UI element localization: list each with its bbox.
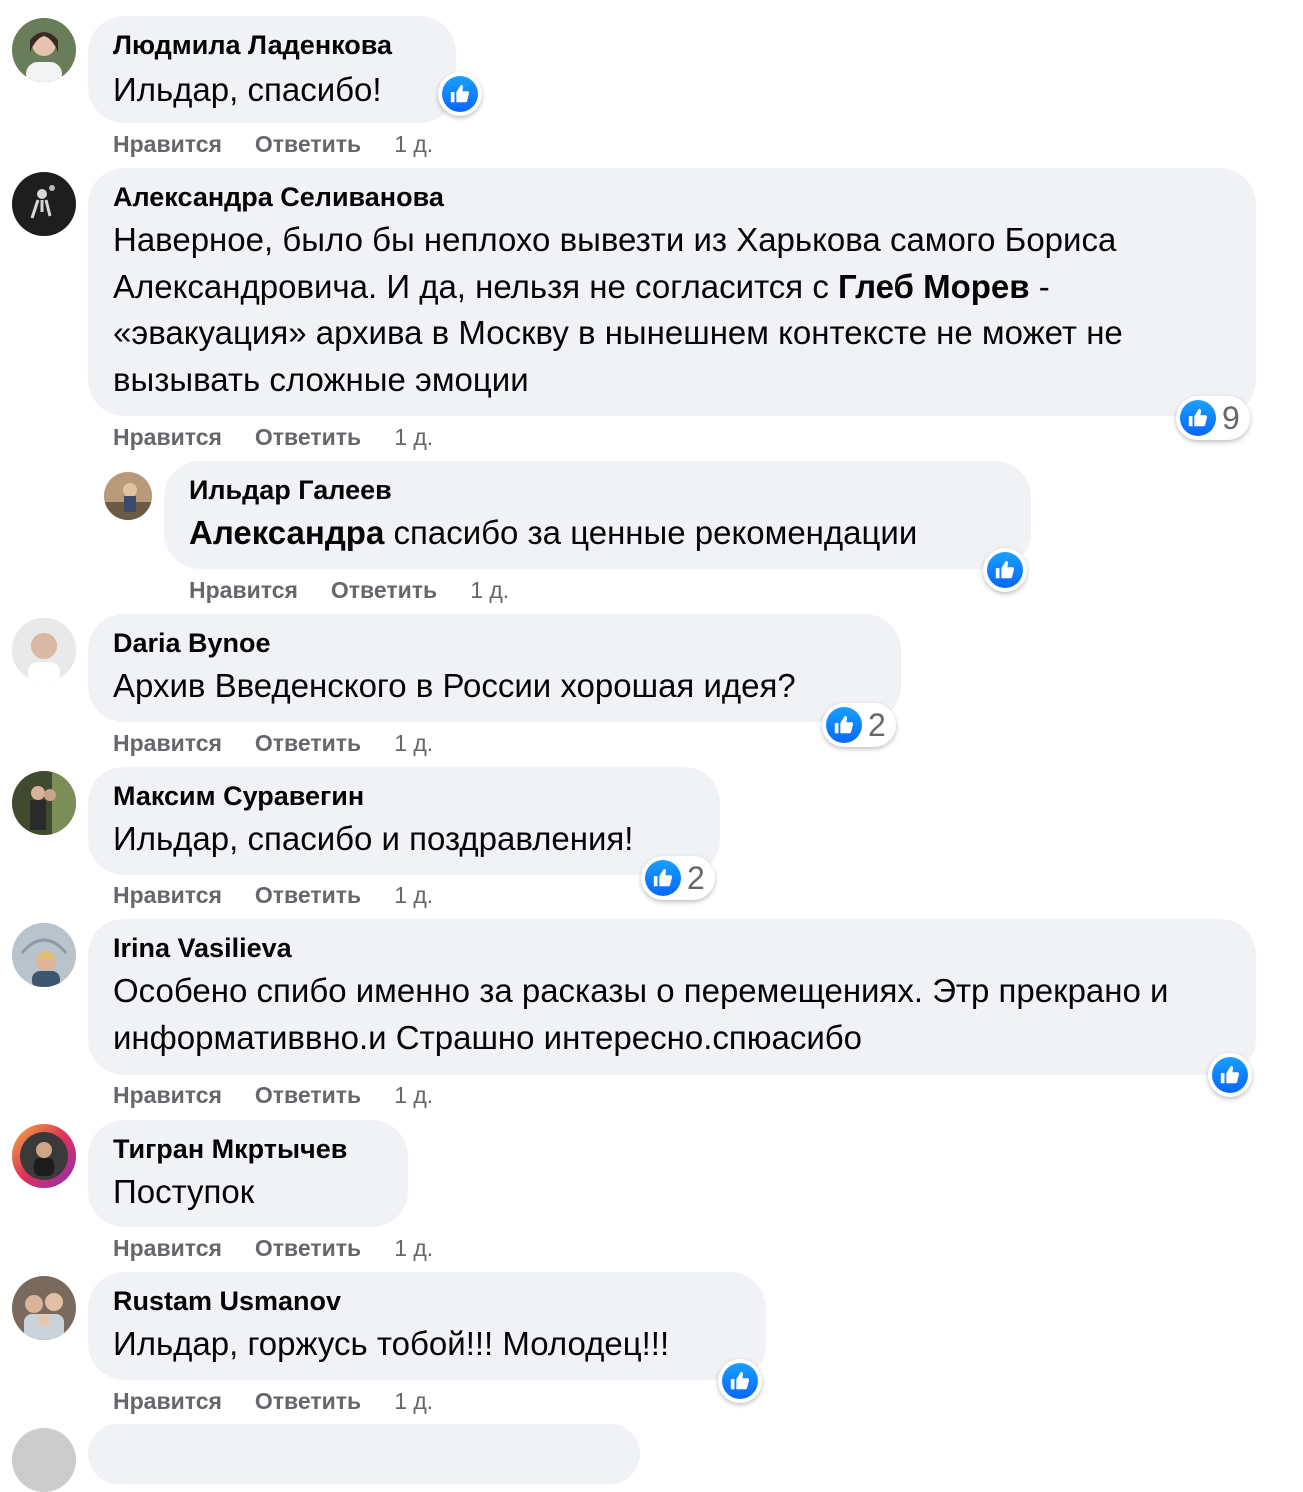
like-button[interactable]: Нравится [113, 424, 222, 450]
reaction-badge[interactable]: 2 [641, 856, 715, 900]
comment-author[interactable]: Daria Bynoe [113, 627, 876, 659]
avatar[interactable] [12, 18, 76, 82]
thumbs-up-icon [1212, 1057, 1248, 1093]
comment-text: Ильдар, горжусь тобой!!! Молодец!!! [113, 1325, 670, 1362]
reaction-badge[interactable]: 2 [822, 703, 896, 747]
comment-time[interactable]: 1 д. [394, 882, 433, 908]
comment-author[interactable]: Людмила Ладенкова [113, 29, 431, 61]
comment-actions: Нравится Ответить 1 д. [113, 1234, 433, 1262]
avatar[interactable] [104, 472, 152, 520]
comment-bubble: Rustam Usmanov Ильдар, горжусь тобой!!! … [88, 1272, 766, 1380]
reply-button[interactable]: Ответить [255, 424, 361, 450]
reaction-badge[interactable] [718, 1359, 762, 1403]
like-button[interactable]: Нравится [113, 730, 222, 756]
thumbs-up-icon [1180, 400, 1216, 436]
avatar[interactable] [12, 172, 76, 236]
comment-author[interactable]: Ильдар Галеев [189, 474, 1006, 506]
comment-time[interactable]: 1 д. [394, 424, 433, 450]
avatar[interactable] [12, 771, 76, 835]
thumbs-up-icon [645, 860, 681, 896]
comment-bubble: Ильдар Галеев Александра спасибо за ценн… [164, 461, 1031, 569]
comment-actions: Нравится Ответить 1 д. [113, 130, 433, 158]
comment-author[interactable]: Rustam Usmanov [113, 1285, 741, 1317]
comment-author[interactable]: Тигран Мкртычев [113, 1133, 383, 1165]
comment-bubble [88, 1424, 640, 1484]
comment-time[interactable]: 1 д. [394, 730, 433, 756]
comment-actions: Нравится Ответить 1 д. [189, 576, 509, 604]
reply-button[interactable]: Ответить [255, 131, 361, 157]
reaction-count: 9 [1222, 399, 1240, 436]
comment-author[interactable]: Irina Vasilieva [113, 932, 1231, 964]
reply-button[interactable]: Ответить [255, 1082, 361, 1108]
comment-time[interactable]: 1 д. [394, 1082, 433, 1108]
like-button[interactable]: Нравится [189, 577, 298, 603]
comment-author[interactable]: Александра Селиванова [113, 181, 1231, 213]
reaction-badge[interactable] [983, 548, 1027, 592]
comment-bubble: Максим Суравегин Ильдар, спасибо и поздр… [88, 767, 720, 875]
comment-text: Александра спасибо за ценные рекомендаци… [189, 510, 1006, 557]
comment-actions: Нравится Ответить 1 д. [113, 881, 433, 909]
comment-time[interactable]: 1 д. [470, 577, 509, 603]
comment-bubble: Александра Селиванова Наверное, было бы … [88, 168, 1256, 416]
reaction-badge[interactable] [1208, 1053, 1252, 1097]
comment-text: Ильдар, спасибо! [113, 71, 382, 108]
like-button[interactable]: Нравится [113, 1082, 222, 1108]
comment-text: Ильдар, спасибо и поздравления! [113, 820, 634, 857]
comment-bubble: Людмила Ладенкова Ильдар, спасибо! [88, 16, 456, 123]
avatar[interactable] [12, 1428, 76, 1492]
reply-button[interactable]: Ответить [255, 1235, 361, 1261]
comment-time[interactable]: 1 д. [394, 1235, 433, 1261]
like-button[interactable]: Нравится [113, 1388, 222, 1414]
mention-link[interactable]: Александра [189, 514, 384, 551]
comment-text: Архив Введенского в России хорошая идея? [113, 667, 796, 704]
comment-text-part: спасибо за ценные рекомендации [384, 514, 918, 551]
comment-actions: Нравится Ответить 1 д. [113, 1081, 433, 1109]
like-button[interactable]: Нравится [113, 882, 222, 908]
reply-button[interactable]: Ответить [331, 577, 437, 603]
comment-text: Поступок [113, 1173, 255, 1210]
reaction-count: 2 [868, 706, 886, 743]
mention-link[interactable]: Глеб Морев [838, 268, 1030, 305]
reaction-count: 2 [687, 859, 705, 896]
reaction-badge[interactable] [438, 72, 482, 116]
avatar[interactable] [12, 923, 76, 987]
thumbs-up-icon [826, 707, 862, 743]
avatar[interactable] [12, 1124, 76, 1188]
comment-actions: Нравится Ответить 1 д. [113, 423, 433, 451]
comment-bubble: Irina Vasilieva Особено спибо именно за … [88, 919, 1256, 1075]
comment-bubble: Тигран Мкртычев Поступок [88, 1120, 408, 1227]
thumbs-up-icon [442, 76, 478, 112]
reply-button[interactable]: Ответить [255, 730, 361, 756]
comment-text: Наверное, было бы неплохо вывезти из Хар… [113, 217, 1231, 403]
comment-bubble: Daria Bynoe Архив Введенского в России х… [88, 614, 901, 722]
reply-button[interactable]: Ответить [255, 882, 361, 908]
avatar[interactable] [12, 1276, 76, 1340]
avatar[interactable] [12, 618, 76, 682]
reaction-badge[interactable]: 9 [1176, 396, 1250, 440]
comment-time[interactable]: 1 д. [394, 1388, 433, 1414]
comment-actions: Нравится Ответить 1 д. [113, 1387, 433, 1415]
comment-author[interactable]: Максим Суравегин [113, 780, 695, 812]
comment-text: Особено спибо именно за расказы о переме… [113, 972, 1169, 1056]
like-button[interactable]: Нравится [113, 131, 222, 157]
reply-button[interactable]: Ответить [255, 1388, 361, 1414]
like-button[interactable]: Нравится [113, 1235, 222, 1261]
comment-actions: Нравится Ответить 1 д. [113, 729, 433, 757]
thumbs-up-icon [987, 552, 1023, 588]
thumbs-up-icon [722, 1363, 758, 1399]
comment-time[interactable]: 1 д. [394, 131, 433, 157]
